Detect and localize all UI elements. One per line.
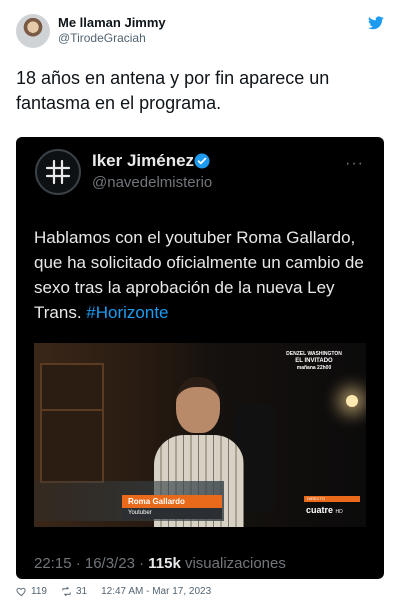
retweet-icon[interactable] <box>61 586 72 597</box>
channel-logo: cuatre HD <box>306 505 343 515</box>
hashtag-link: #Horizonte <box>86 303 169 322</box>
live-label: DIRECTO <box>304 496 360 502</box>
promo-overlay: DENZEL WASHINGTON EL INVITADO mañana 22h… <box>276 351 352 372</box>
retweet-count[interactable]: 31 <box>76 586 87 597</box>
avatar[interactable] <box>16 14 50 48</box>
nameplate: Roma Gallardo <box>122 495 222 508</box>
embedded-tweet-image[interactable]: Iker Jiménez @navedelmisterio ··· Hablam… <box>16 137 384 579</box>
verified-badge-icon <box>194 153 210 169</box>
embedded-views-label: visualizaciones <box>180 555 286 572</box>
author-handle[interactable]: @TirodeGraciah <box>58 31 146 45</box>
bookshelf <box>40 363 104 483</box>
embedded-views-count: 115k <box>148 555 181 572</box>
promo-line-1: DENZEL WASHINGTON <box>286 351 342 357</box>
like-count[interactable]: 119 <box>31 586 47 597</box>
channel-suffix: HD <box>335 509 343 515</box>
embedded-meta: 22:15 · 16/3/23 · 115k visualizaciones <box>34 555 286 572</box>
bookshelf-divider <box>40 409 104 411</box>
tweet-card: Me llaman Jimmy @TirodeGraciah 18 años e… <box>0 0 400 610</box>
tweet-timestamp[interactable]: 12:47 AM - Mar 17, 2023 <box>101 586 211 597</box>
tweet-footer: 119 31 12:47 AM - Mar 17, 2023 <box>16 586 211 597</box>
studio-light <box>346 395 358 407</box>
heart-icon[interactable] <box>16 586 27 597</box>
person-head <box>176 377 220 433</box>
embedded-tweet-text: Hablamos con el youtuber Roma Gallardo, … <box>34 225 374 325</box>
nameplate-role: Youtuber <box>122 508 222 519</box>
channel-name: cuatre <box>306 505 334 515</box>
author-name[interactable]: Me llaman Jimmy <box>58 15 166 30</box>
twitter-bird-icon[interactable] <box>368 16 384 30</box>
promo-line-2: EL INVITADO <box>295 358 333 364</box>
video-frame: DENZEL WASHINGTON EL INVITADO mañana 22h… <box>34 343 366 527</box>
more-options-icon: ··· <box>345 155 364 172</box>
tweet-text: 18 años en antena y por fin aparece un f… <box>16 68 330 113</box>
embedded-time: 22:15 · 16/3/23 · <box>34 555 149 572</box>
embedded-text-body: Hablamos con el youtuber Roma Gallardo, … <box>34 228 364 322</box>
hash-logo-icon <box>45 159 71 185</box>
promo-line-3: mañana 22h00 <box>296 365 332 371</box>
embedded-avatar <box>35 149 81 195</box>
embedded-author-name: Iker Jiménez <box>92 151 195 170</box>
embedded-author-handle: @navedelmisterio <box>92 174 213 191</box>
